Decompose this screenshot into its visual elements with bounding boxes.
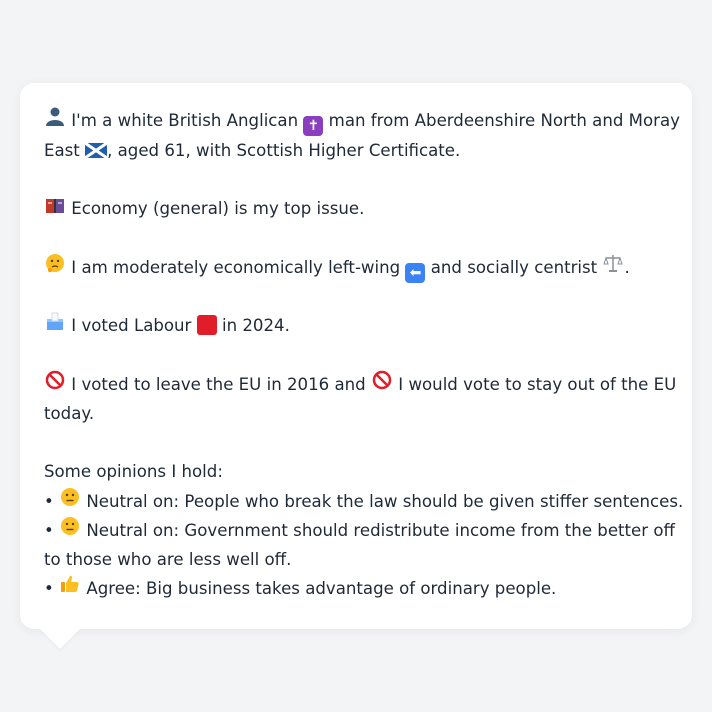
opinion-text: Neutral on: Government should redistribu… <box>86 521 675 540</box>
opinion-text: Neutral on: People who break the law sho… <box>86 492 684 511</box>
top-issue-text: Economy (general) is my top issue. <box>71 199 365 218</box>
identity-line-2: East , aged 61, with Scottish Higher Cer… <box>44 136 672 165</box>
identity-text-b: man from Aberdeenshire North and Moray <box>328 111 680 130</box>
bullet: • <box>44 492 54 511</box>
scotland-flag-icon <box>85 143 108 158</box>
identity-text-a: I'm a white British Anglican <box>71 111 299 130</box>
ballot-box-icon <box>44 311 66 340</box>
balance-scale-icon <box>602 253 624 282</box>
bullet: • <box>44 579 54 598</box>
thumbs-up-icon <box>59 574 81 603</box>
opinions-heading-text: Some opinions I hold: <box>44 462 223 481</box>
eu-line-2: today. <box>44 399 672 428</box>
identity-line-1: I'm a white British Anglican ✝ man from … <box>44 106 680 136</box>
ledger-book-icon <box>44 194 66 223</box>
vote-text-b: in 2024. <box>221 316 290 335</box>
red-square-icon <box>196 315 217 335</box>
eu-text-c: today. <box>44 404 95 423</box>
opinion-item: • Neutral on: People who break the law s… <box>44 487 683 516</box>
prohibited-icon <box>371 370 393 399</box>
eu-line-1: I voted to leave the EU in 2016 and I wo… <box>44 370 676 399</box>
identity-text-c: East <box>44 141 80 160</box>
opinions-heading: Some opinions I hold: <box>44 457 672 486</box>
ideology-text-c: . <box>624 258 630 277</box>
thinking-face-icon <box>44 253 66 282</box>
bullet: • <box>44 521 54 540</box>
opinion-text: Agree: Big business takes advantage of o… <box>86 579 557 598</box>
opinion-item: • Agree: Big business takes advantage of… <box>44 574 672 603</box>
ideology-text-b: and socially centrist <box>430 258 598 277</box>
neutral-face-icon <box>59 487 81 516</box>
neutral-face-icon <box>59 516 81 545</box>
person-silhouette-icon <box>44 106 66 135</box>
prohibited-icon <box>44 370 66 399</box>
vote-line: I voted Labour in 2024. <box>44 311 672 340</box>
eu-text-a: I voted to leave the EU in 2016 and <box>71 375 366 394</box>
ideology-line: I am moderately economically left-wing ⬅… <box>44 253 672 283</box>
latin-cross-icon: ✝ <box>303 116 324 136</box>
vote-text-a: I voted Labour <box>71 316 192 335</box>
bubble-tail <box>40 629 80 649</box>
message-bubble: I'm a white British Anglican ✝ man from … <box>20 83 692 629</box>
identity-text-d: , aged 61, with Scottish Higher Certific… <box>107 141 461 160</box>
top-issue-line: Economy (general) is my top issue. <box>44 194 672 223</box>
opinion-item-continued: to those who are less well off. <box>44 545 672 574</box>
eu-text-b: I would vote to stay out of the EU <box>398 375 677 394</box>
ideology-text-a: I am moderately economically left-wing <box>71 258 401 277</box>
opinion-item: • Neutral on: Government should redistri… <box>44 516 675 545</box>
left-arrow-icon: ⬅ <box>405 263 426 283</box>
opinion-text: to those who are less well off. <box>44 550 292 569</box>
